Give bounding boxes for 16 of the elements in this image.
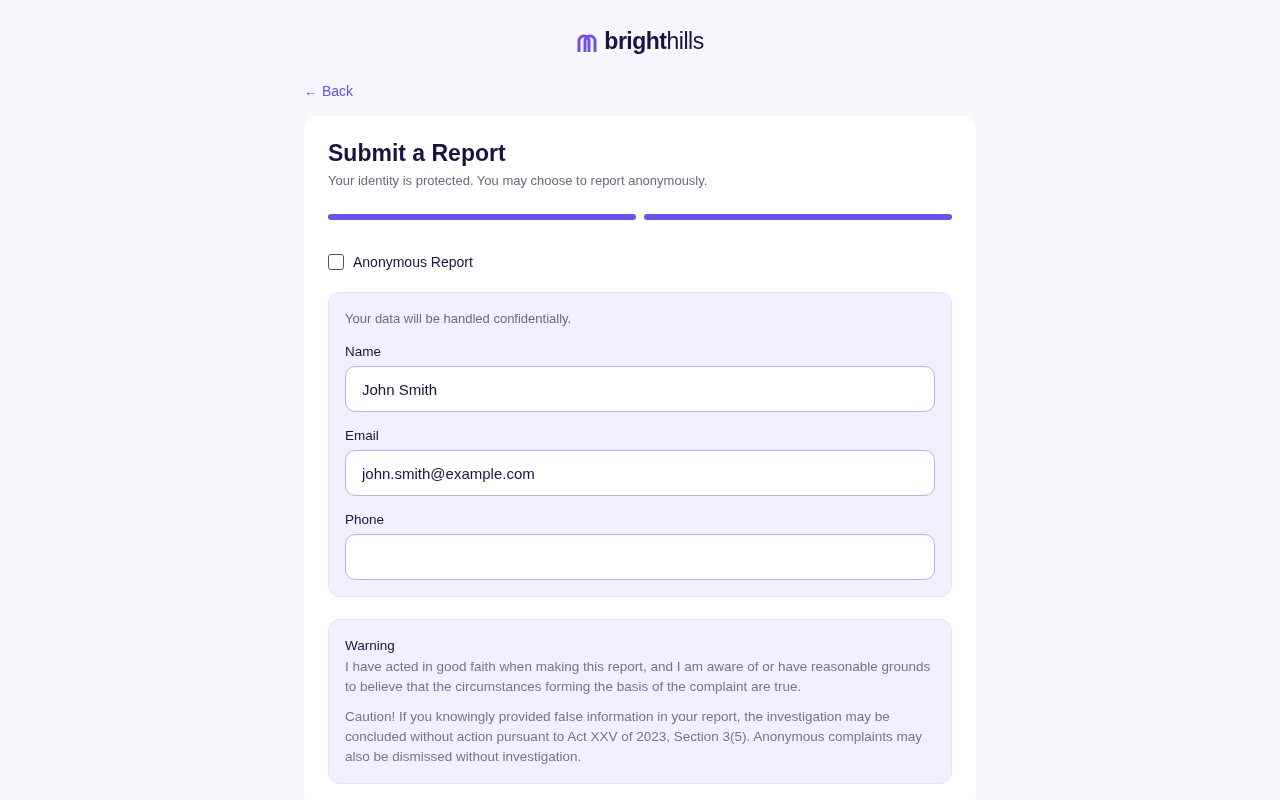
input-field[interactable]: John Smith (345, 366, 935, 412)
field-label: Phone (345, 512, 386, 527)
warning-text: I have acted in good faith when making this report, and I am aware of or have reasonable grounds to believe that the circumstances forming the basis of the complaint are true. (345, 658, 932, 696)
field-label: Name (345, 344, 382, 359)
checkbox-label: Anonymous Report (353, 254, 473, 270)
anonymous-checkbox[interactable] (328, 254, 344, 270)
back-link[interactable]: ← Back (304, 83, 353, 99)
field-label: Email (345, 428, 380, 443)
warning-title: Warning (345, 638, 396, 653)
input-field[interactable]: john.smith@example.com (345, 450, 935, 496)
form-subtitle: Your identity is protected. You may choose to report anonymously. (328, 173, 709, 188)
input-field[interactable] (345, 534, 935, 580)
warning-text: Caution! If you knowingly provided false information in your report, the investigation may be concluded without action pursuant to Act XXV of 2023, Section 3(5). Anonymous complaints may also be dismissed without investigation. (345, 708, 924, 766)
brand-name: brighthills (604, 28, 704, 55)
form-title: Submit a Report (328, 140, 507, 167)
confidential-note: Your data will be handled confidentially. (345, 311, 573, 326)
